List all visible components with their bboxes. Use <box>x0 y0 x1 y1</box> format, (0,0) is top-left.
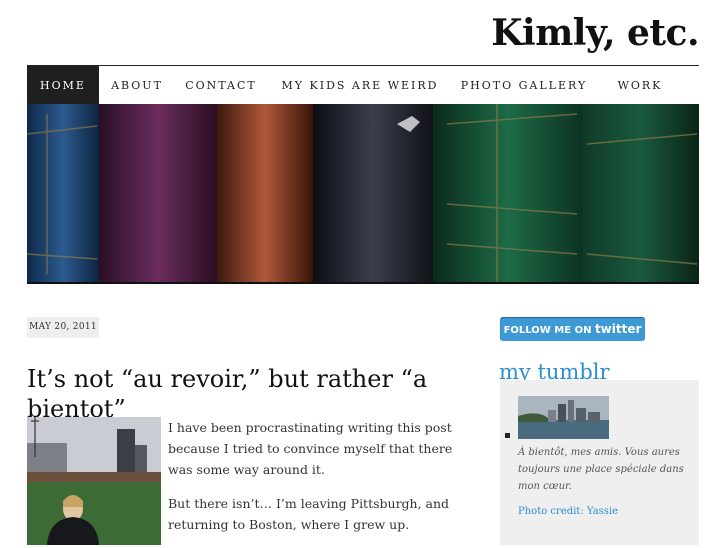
twitter-button-prefix: FOLLOW ME ON <box>503 325 592 336</box>
tumblr-thumbnail[interactable] <box>518 396 609 439</box>
twitter-logo-text: twitter <box>594 322 642 336</box>
follow-on-twitter-button[interactable]: FOLLOW ME ON twitter <box>500 317 645 341</box>
nav-item-my-kids-are-weird[interactable]: MY KIDS ARE WEIRD <box>277 66 443 105</box>
list-bullet-icon <box>505 433 510 438</box>
post-body: I have been procrastinating writing this… <box>168 417 453 548</box>
tumblr-caption: À bientôt, mes amis. Vous aures toujours… <box>518 447 684 492</box>
nav-item-home[interactable]: HOME <box>27 66 99 105</box>
site-title[interactable]: Kimly, etc. <box>491 12 699 54</box>
post-photo <box>27 417 161 545</box>
nav-item-contact[interactable]: CONTACT <box>179 66 263 105</box>
post-paragraph: But there isn’t… I’m leaving Pittsburgh,… <box>168 496 450 532</box>
header-banner-image <box>27 104 699 284</box>
nav-item-photo-gallery[interactable]: PHOTO GALLERY <box>456 66 592 105</box>
nav-item-about[interactable]: ABOUT <box>103 66 171 105</box>
photo-credit: Photo credit: Yassie <box>518 506 618 517</box>
photo-credit-link[interactable]: Yassie <box>587 506 618 517</box>
nav-item-work[interactable]: WORK <box>605 66 675 105</box>
post-date-badge: MAY 20, 2011 <box>27 317 99 338</box>
main-nav: HOME ABOUT CONTACT MY KIDS ARE WEIRD PHO… <box>27 65 699 105</box>
post-paragraph: I have been procrastinating writing this… <box>168 420 453 477</box>
post-title[interactable]: It’s not “au revoir,” but rather “a bien… <box>27 364 457 424</box>
photo-credit-label: Photo credit: <box>518 506 584 517</box>
